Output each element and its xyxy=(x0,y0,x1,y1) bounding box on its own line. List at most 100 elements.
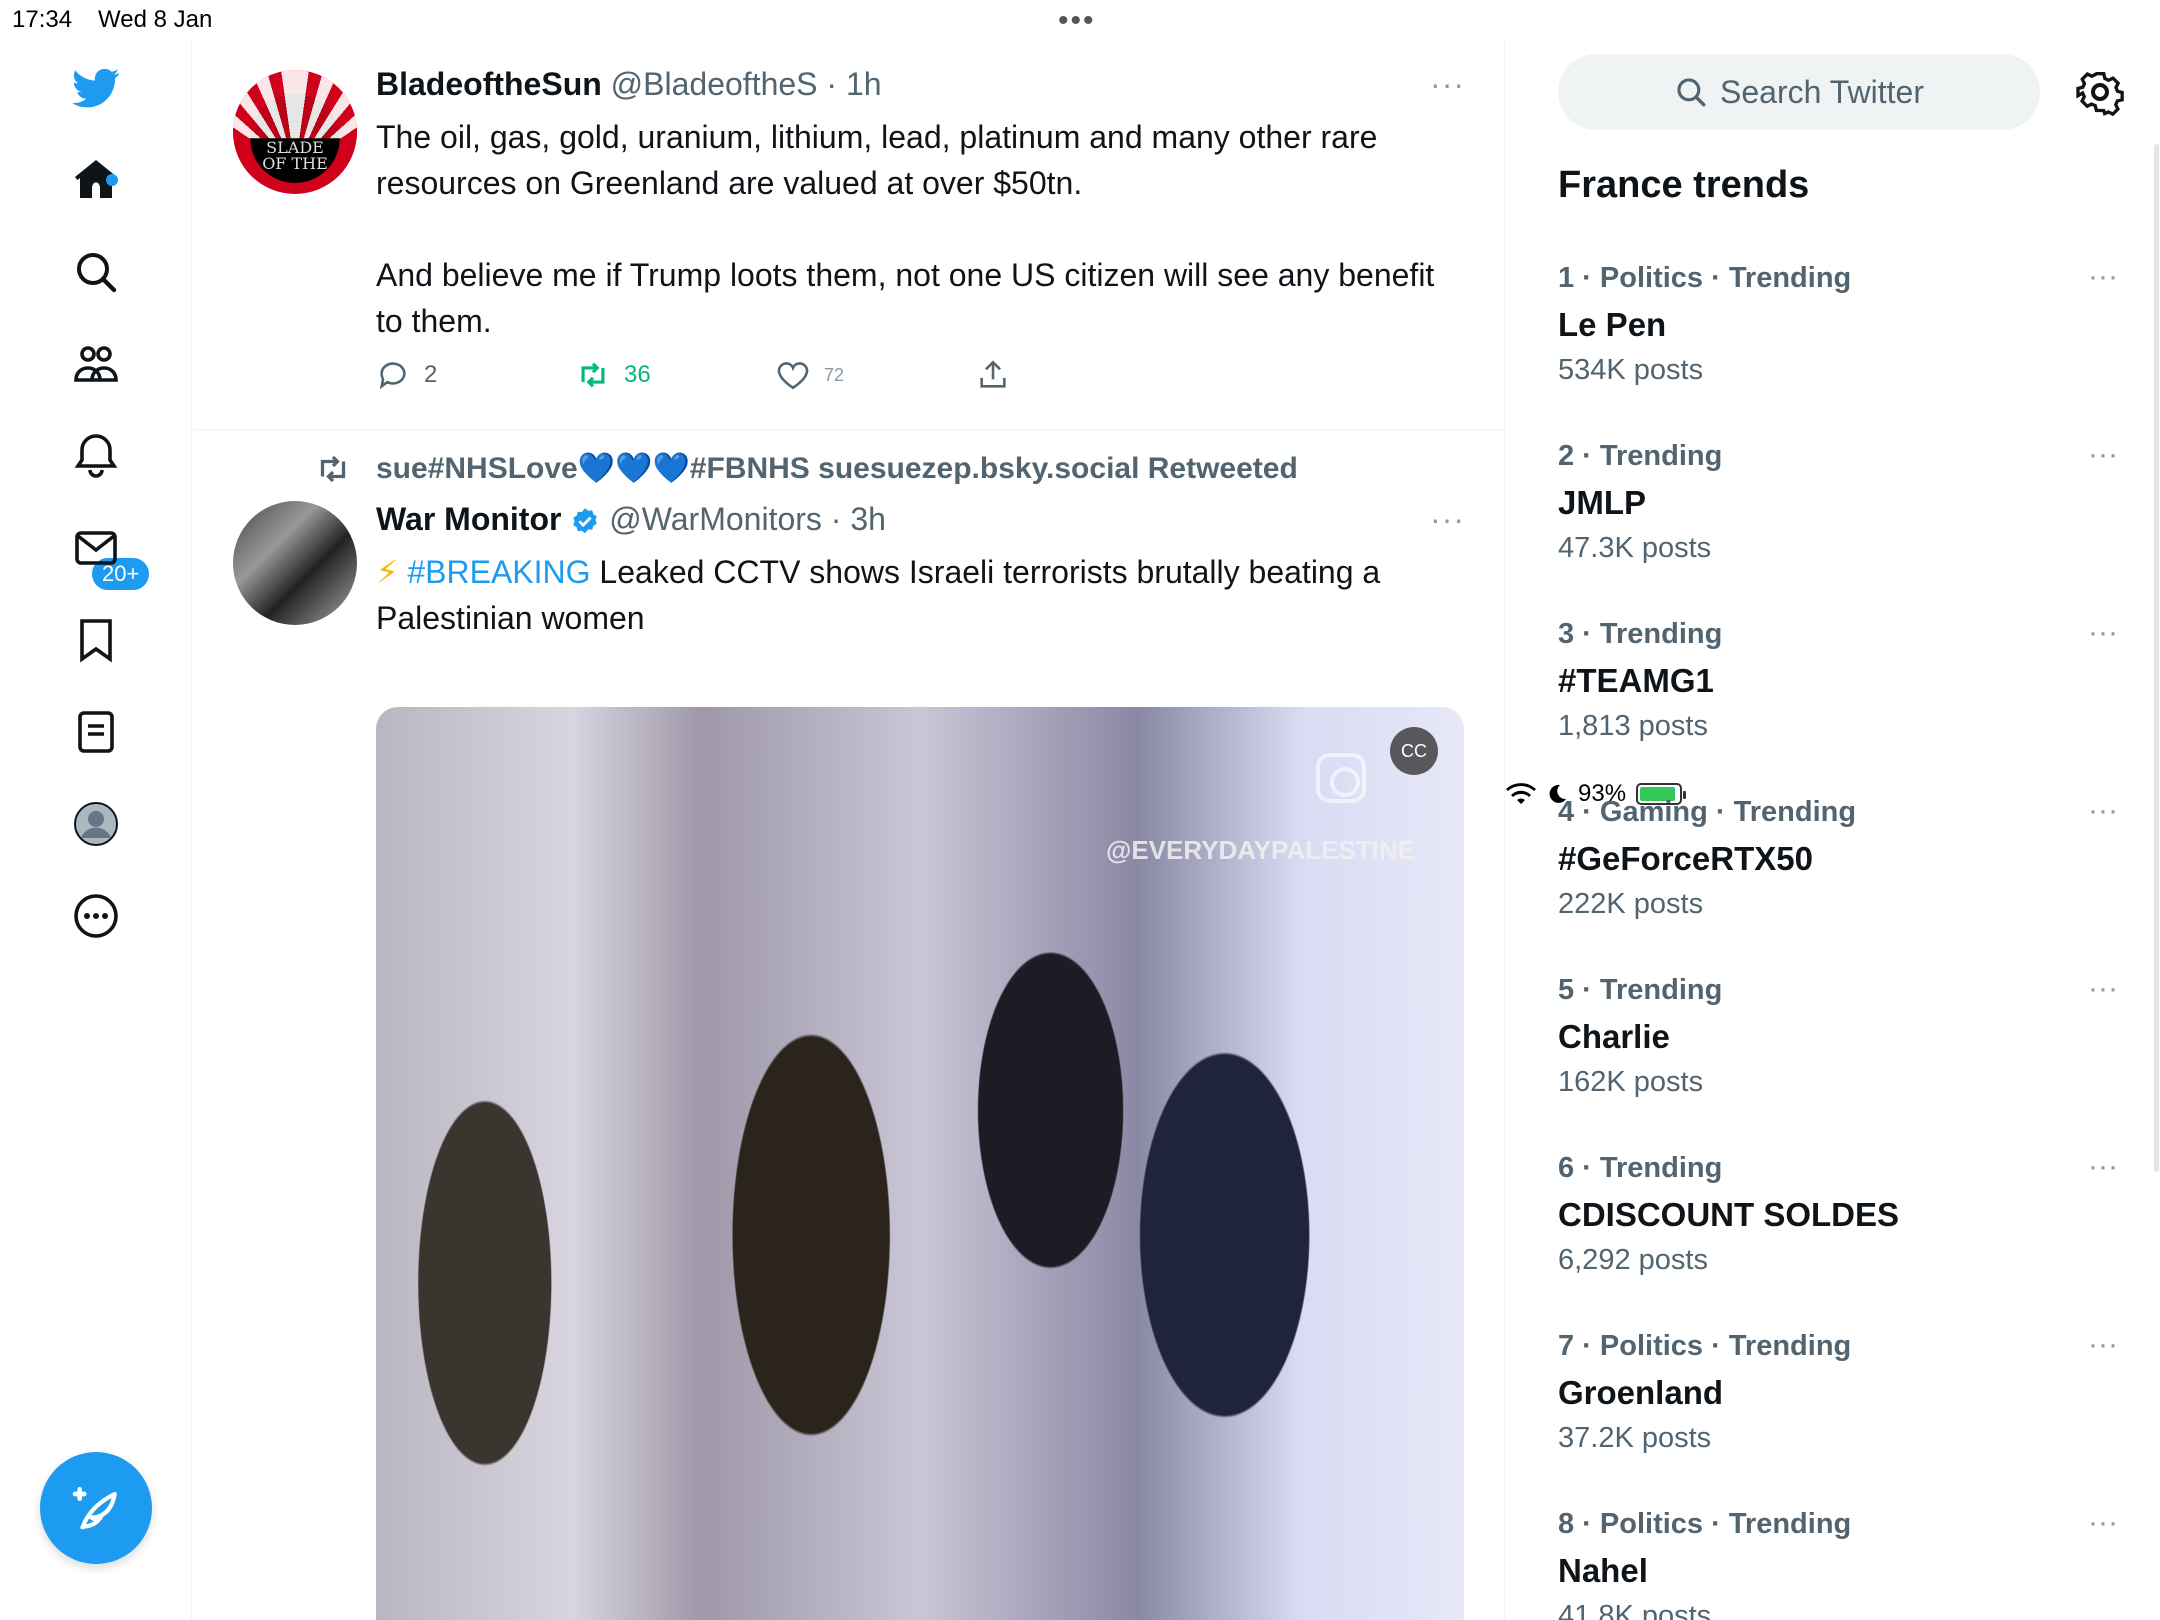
avatar[interactable] xyxy=(233,501,357,625)
trend-posts: 162K posts xyxy=(1558,1066,1704,1098)
trend-name: JMLP xyxy=(1558,484,1647,521)
avatar[interactable]: SLADE OF THE xyxy=(233,70,357,194)
trend-meta: 3 · Trending xyxy=(1558,618,1723,650)
messages-icon[interactable] xyxy=(70,522,122,574)
trend-item[interactable]: 5 · Trending Charlie 162K posts ··· xyxy=(1558,972,2118,1144)
trend-meta: 2 · Trending xyxy=(1558,440,1723,472)
tweet-text: The oil, gas, gold, uranium, lithium, le… xyxy=(376,119,1435,339)
status-date: Wed 8 Jan xyxy=(98,6,213,33)
timeline-feed: SLADE OF THE BladeoftheSun @BladeoftheS … xyxy=(193,40,1505,1620)
right-sidebar: Search Twitter France trends 1 · Politic… xyxy=(1506,40,2160,1620)
retweet-icon xyxy=(581,362,605,388)
trend-name: Charlie xyxy=(1558,1018,1670,1055)
retweet-indicator-icon xyxy=(320,455,346,483)
lightning-emoji: ⚡ xyxy=(376,554,399,590)
tweet-header: BladeoftheSun @BladeoftheS · 1h xyxy=(376,66,882,103)
trend-more-button[interactable]: ··· xyxy=(2088,438,2118,472)
settings-gear-icon[interactable] xyxy=(2076,68,2124,116)
trend-posts: 1,813 posts xyxy=(1558,710,1708,742)
trend-posts: 41.8K posts xyxy=(1558,1600,1712,1620)
tweet[interactable]: sue#NHSLove💙💙💙#FBNHS suesuezep.bsky.soci… xyxy=(193,431,1504,1620)
author-handle[interactable]: @WarMonitors xyxy=(609,501,822,537)
sidebar-scrollbar[interactable] xyxy=(2154,144,2159,1172)
trend-more-button[interactable]: ··· xyxy=(2088,616,2118,650)
trend-more-button[interactable]: ··· xyxy=(2088,260,2118,294)
compose-feather-icon xyxy=(72,1487,117,1530)
trend-more-button[interactable]: ··· xyxy=(2088,794,2118,828)
video-watermark: @EVERYDAYPALESTINE xyxy=(1106,835,1416,865)
avatar-logo-text: SLADE OF THE xyxy=(262,138,328,173)
search-icon[interactable] xyxy=(70,246,122,298)
share-button[interactable] xyxy=(976,358,1010,392)
trend-meta: 4 · Gaming · Trending xyxy=(1558,796,1857,828)
status-time: 17:34 xyxy=(12,6,73,33)
trend-item[interactable]: 6 · Trending CDISCOUNT SOLDES 6,292 post… xyxy=(1558,1150,2118,1322)
trend-item[interactable]: 1 · Politics · Trending Le Pen 534K post… xyxy=(1558,260,2118,432)
search-icon xyxy=(1677,78,1706,107)
share-icon xyxy=(980,360,1006,388)
tweet-text: ⚡ #BREAKING Leaked CCTV shows Israeli te… xyxy=(376,549,1456,641)
instagram-icon xyxy=(1316,753,1366,803)
notifications-icon[interactable] xyxy=(70,430,122,482)
trend-meta: 5 · Trending xyxy=(1558,974,1723,1006)
lists-icon[interactable] xyxy=(70,706,122,758)
trend-posts: 47.3K posts xyxy=(1558,532,1712,564)
trend-item[interactable]: 7 · Politics · Trending Groenland 37.2K … xyxy=(1558,1328,2118,1500)
home-unread-dot xyxy=(106,174,118,186)
tweet-more-button[interactable]: ··· xyxy=(1430,66,1465,103)
trend-name: #TEAMG1 xyxy=(1558,662,1714,699)
author-name[interactable]: War Monitor xyxy=(376,501,561,537)
trend-item[interactable]: 4 · Gaming · Trending #GeForceRTX50 222K… xyxy=(1558,794,2118,966)
tweet-time[interactable]: · 3h xyxy=(831,501,886,537)
tweet-video[interactable]: @EVERYDAYPALESTINE CC xyxy=(376,707,1464,1620)
heart-icon xyxy=(777,362,809,390)
trend-more-button[interactable]: ··· xyxy=(2088,972,2118,1006)
reply-icon xyxy=(379,362,406,390)
trend-meta: 1 · Politics · Trending xyxy=(1558,262,1852,294)
communities-icon[interactable] xyxy=(70,338,122,390)
trend-name: Nahel xyxy=(1558,1552,1648,1589)
author-handle[interactable]: @BladeoftheS xyxy=(611,66,818,102)
left-navigation: 20+ xyxy=(0,40,192,1620)
tweet-header: War Monitor @WarMonitors · 3h xyxy=(376,501,886,538)
trend-item[interactable]: 8 · Politics · Trending Nahel 41.8K post… xyxy=(1558,1508,2118,1620)
bookmarks-icon[interactable] xyxy=(70,614,122,666)
verified-badge-icon xyxy=(573,507,598,533)
profile-icon[interactable] xyxy=(70,798,122,850)
tweet[interactable]: SLADE OF THE BladeoftheSun @BladeoftheS … xyxy=(193,40,1504,430)
trend-meta: 6 · Trending xyxy=(1558,1152,1723,1184)
retweeted-by[interactable]: sue#NHSLove💙💙💙#FBNHS suesuezep.bsky.soci… xyxy=(376,451,1298,486)
trend-name: #GeForceRTX50 xyxy=(1558,840,1813,877)
retweet-count: 36 xyxy=(624,361,651,388)
trend-more-button[interactable]: ··· xyxy=(2088,1150,2118,1184)
trend-name: CDISCOUNT SOLDES xyxy=(1558,1196,1900,1233)
trend-item[interactable]: 2 · Trending JMLP 47.3K posts ··· xyxy=(1558,438,2118,610)
reply-button[interactable]: 2 xyxy=(376,358,437,392)
more-options-icon[interactable] xyxy=(70,890,122,942)
search-input[interactable]: Search Twitter xyxy=(1558,54,2040,130)
trend-more-button[interactable]: ··· xyxy=(2088,1328,2118,1362)
search-placeholder: Search Twitter xyxy=(1720,73,1924,110)
avatar-rays xyxy=(233,70,357,139)
captions-button[interactable]: CC xyxy=(1390,727,1438,775)
trend-posts: 222K posts xyxy=(1558,888,1704,920)
reply-count: 2 xyxy=(424,361,438,388)
multitasking-dots[interactable]: ••• xyxy=(1058,4,1096,38)
tweet-time[interactable]: · 1h xyxy=(826,66,881,102)
trend-posts: 6,292 posts xyxy=(1558,1244,1708,1276)
tweet-actions: 2 36 72 xyxy=(376,358,1076,398)
like-count: 72 xyxy=(824,364,845,385)
trend-posts: 534K posts xyxy=(1558,354,1704,386)
trend-meta: 7 · Politics · Trending xyxy=(1558,1330,1852,1362)
author-name[interactable]: BladeoftheSun xyxy=(376,66,602,102)
hashtag-link[interactable]: #BREAKING xyxy=(407,554,590,590)
retweet-button[interactable]: 36 xyxy=(576,358,651,392)
trend-item[interactable]: 3 · Trending #TEAMG1 1,813 posts ··· xyxy=(1558,616,2118,788)
trend-name: Le Pen xyxy=(1558,306,1667,343)
like-button[interactable]: 72 xyxy=(776,358,844,392)
tweet-more-button[interactable]: ··· xyxy=(1430,501,1465,538)
trends-title: France trends xyxy=(1558,164,1810,206)
compose-tweet-button[interactable] xyxy=(40,1452,152,1564)
trend-more-button[interactable]: ··· xyxy=(2088,1508,2118,1540)
twitter-logo-icon[interactable] xyxy=(70,62,122,114)
